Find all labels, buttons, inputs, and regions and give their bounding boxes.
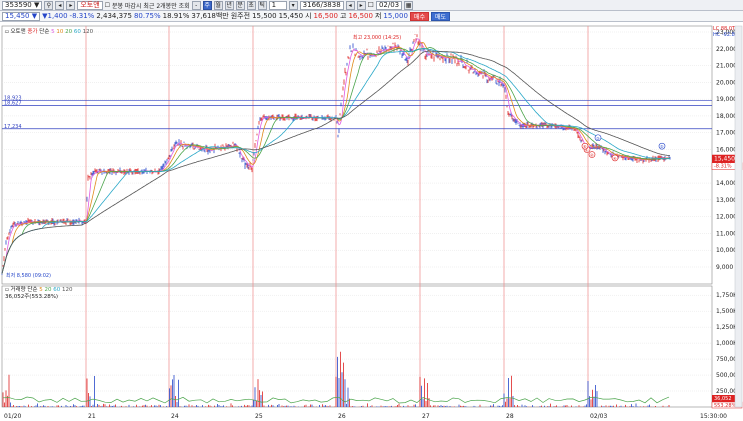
investor-label: 원주전 — [230, 12, 251, 20]
high-label: 고 — [340, 12, 347, 20]
period-button-day[interactable]: 주 — [202, 0, 212, 10]
signal-marker-label: ⑥ — [583, 144, 587, 149]
min-price-label: 최저 8,580 (09:02) — [6, 272, 51, 279]
x-axis-label: 28 — [506, 413, 514, 420]
period-button-second[interactable]: 초 — [246, 0, 256, 10]
sell-button[interactable]: 매도 — [430, 11, 451, 21]
chart-bg — [0, 22, 743, 421]
x-axis-time-label: 15:30:00 — [700, 413, 727, 420]
period-button-minute[interactable]: 분 — [235, 0, 245, 10]
price-axis-label: 11,000 — [716, 230, 737, 237]
vertical-scrollbar[interactable] — [734, 25, 743, 408]
interval-minus[interactable]: - — [191, 0, 201, 10]
open-value: 15,500 — [252, 12, 277, 20]
date-field[interactable]: 02/03 — [375, 0, 403, 10]
price-chart[interactable]: 23,00022,00021,00020,00019,00018,00017,0… — [0, 22, 743, 421]
x-axis-label: 26 — [338, 413, 346, 420]
volume-sub-label: 36,052주(553.28%) — [5, 293, 58, 300]
price-axis-label: 22,000 — [716, 46, 737, 53]
current-volume-pct-text: 553.28% — [714, 403, 736, 409]
count-field[interactable]: 3166/3838 — [299, 0, 344, 10]
signal-marker-label: ⑤ — [660, 144, 664, 149]
open-label: 시 — [305, 12, 312, 20]
price-axis-label: 12,000 — [716, 214, 737, 221]
prev-stock-icon[interactable]: ◂ — [55, 0, 65, 10]
price-axis-label: 21,000 — [716, 63, 737, 70]
period-button-tick[interactable]: 틱 — [257, 0, 267, 10]
period-button-week[interactable]: 월 — [213, 0, 223, 10]
date-checkbox[interactable]: ☐ — [368, 1, 374, 10]
quote-bar: 15,450 ▼ ▼ 1,400 -8.31% 2,434,375 80.75% … — [0, 11, 743, 22]
x-axis-label: 21 — [88, 413, 96, 420]
calendar-icon[interactable]: ▦ — [404, 0, 414, 10]
x-axis-label: 25 — [255, 413, 263, 420]
x-axis-label: 01/20 — [4, 413, 21, 420]
period-button-month[interactable]: 년 — [224, 0, 234, 10]
x-axis-label: 27 — [422, 413, 430, 420]
check-label: 분봉 마감시 최근 2개봉만 조회 — [111, 2, 190, 10]
stock-name-field[interactable]: 오토앤 — [77, 0, 103, 10]
change-value: ▼ 1,400 — [42, 12, 68, 20]
signal-marker-label: ② — [590, 153, 594, 158]
prev-page-icon[interactable]: ◂ — [345, 0, 355, 10]
signal-marker-label: ④ — [613, 156, 617, 161]
next-page-icon[interactable]: ▸ — [356, 0, 366, 10]
current-price-tag-text: 15,450 — [714, 156, 735, 163]
x-axis-label: 24 — [171, 413, 179, 420]
high-value: 16,500 — [313, 12, 339, 20]
price-axis-label: 14,000 — [716, 180, 737, 187]
volume-ratio: 80.75% — [133, 12, 161, 20]
search-icon[interactable]: ⚲ — [44, 0, 54, 10]
price-axis-label: 10,000 — [716, 247, 737, 254]
price-axis-label: 9,000 — [716, 264, 733, 271]
volume-value: 2,434,375 — [96, 12, 132, 20]
price-axis-label: 13,000 — [716, 197, 737, 204]
strength-value: 18.91% — [162, 12, 190, 20]
low-label: 저 — [374, 12, 382, 20]
price-axis-label: 18,000 — [716, 113, 737, 120]
price-axis-label: 17,000 — [716, 130, 737, 137]
buy-button[interactable]: 매수 — [409, 11, 429, 21]
price-axis-label: 19,000 — [716, 96, 737, 103]
price-axis-label: 16,000 — [716, 147, 737, 154]
stock-code-field[interactable]: 353590 ▼ — [2, 0, 43, 10]
current-price: 15,450 ▼ — [2, 11, 41, 21]
low-value: 15,000 — [383, 12, 408, 20]
current-volume-tag-text: 36,052 — [714, 396, 732, 402]
amount-value: 37,618백만 — [191, 12, 229, 20]
x-axis-label: 02/03 — [590, 413, 607, 420]
volume-legend: ▫ 거래량 단순 5 20 60 120 — [5, 285, 73, 293]
signal-marker-label: ③ — [596, 136, 600, 141]
max-price-label: 최고 23,000 (14:25) — [353, 34, 401, 41]
interval-field[interactable]: 1 — [268, 0, 287, 10]
price-axis-label: 20,000 — [716, 79, 737, 86]
two-bar-checkbox[interactable]: ☐ 분봉 마감시 최근 2개봉만 조회 — [105, 1, 190, 10]
right-top-label: HC -92.83 — [713, 32, 738, 38]
reference-line-label: 17,234 — [4, 124, 22, 130]
change-pct: -8.31% — [69, 12, 95, 20]
open2-value: 15,450 — [278, 12, 304, 20]
high2-value: 16,500 — [348, 12, 373, 20]
top-toolbar: 353590 ▼ ⚲ ◂ ▸ 오토앤 ☐ 분봉 마감시 최근 2개봉만 조회 -… — [0, 0, 743, 11]
reference-line-label: 18,627 — [4, 100, 22, 106]
next-stock-icon[interactable]: ▸ — [66, 0, 76, 10]
current-pct-tag-text: -8.31% — [714, 164, 732, 170]
price-legend: ▫ 오토앤 종가 단순 5 10 20 60 120 — [5, 27, 94, 35]
interval-dropdown-icon[interactable]: ▾ — [288, 0, 298, 10]
